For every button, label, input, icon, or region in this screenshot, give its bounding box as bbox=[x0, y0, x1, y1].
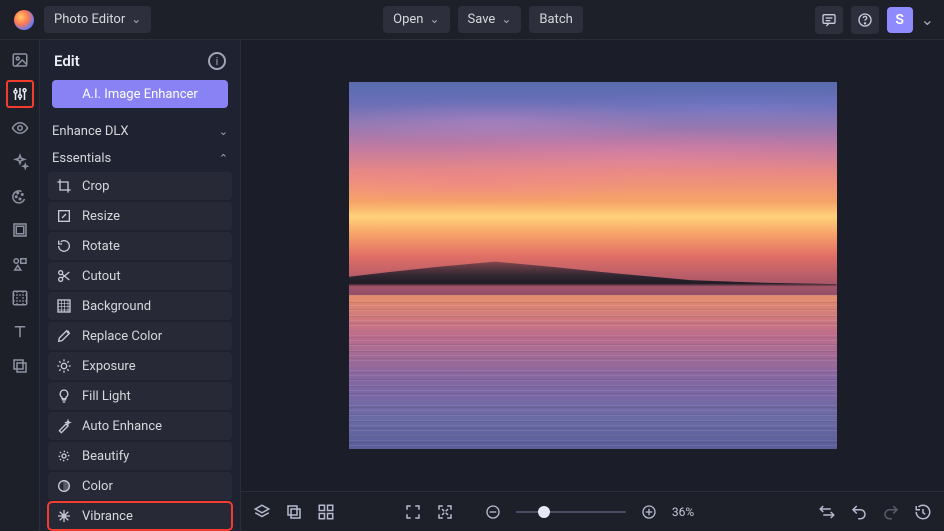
top-center-actions: Open Save Batch bbox=[383, 6, 583, 33]
chevron-down-icon: ⌄ bbox=[219, 125, 228, 138]
tool-label: Fill Light bbox=[82, 389, 131, 404]
panel-info-icon[interactable]: i bbox=[208, 52, 226, 70]
chevron-up-icon: ⌃ bbox=[219, 152, 228, 165]
tool-vibrance[interactable]: Vibrance bbox=[48, 502, 232, 530]
rail-brush-icon[interactable] bbox=[6, 182, 34, 210]
cutout-icon bbox=[56, 268, 72, 284]
background-icon bbox=[56, 298, 72, 314]
exposure-icon bbox=[56, 358, 72, 374]
comments-button[interactable] bbox=[815, 6, 843, 34]
open-button[interactable]: Open bbox=[383, 6, 449, 33]
replace-color-icon bbox=[56, 328, 72, 344]
fill-light-icon bbox=[56, 388, 72, 404]
panel-title: Edit bbox=[54, 52, 80, 70]
vibrance-icon bbox=[56, 508, 72, 524]
essentials-tool-list: Crop Resize Rotate Cutout Background Rep… bbox=[40, 172, 240, 531]
account-chevron-down-icon[interactable]: ⌄ bbox=[921, 10, 934, 29]
chevron-down-icon bbox=[501, 12, 511, 27]
batch-button[interactable]: Batch bbox=[529, 6, 582, 33]
zoom-level: 36% bbox=[672, 505, 694, 519]
rail-sparkle-icon[interactable] bbox=[6, 148, 34, 176]
tool-beautify[interactable]: Beautify bbox=[48, 442, 232, 470]
tool-background[interactable]: Background bbox=[48, 292, 232, 320]
rail-layers-icon[interactable] bbox=[6, 352, 34, 380]
rail-text-icon[interactable] bbox=[6, 318, 34, 346]
zoom-out-button[interactable] bbox=[484, 503, 502, 521]
canvas-area: 36% bbox=[241, 40, 944, 531]
chevron-down-icon bbox=[131, 12, 141, 27]
photo-editor-dropdown[interactable]: Photo Editor bbox=[44, 6, 151, 33]
tool-label: Auto Enhance bbox=[82, 419, 162, 434]
undo-button[interactable] bbox=[850, 503, 868, 521]
redo-button[interactable] bbox=[882, 503, 900, 521]
section-enhance-dlx[interactable]: Enhance DLX ⌄ bbox=[40, 118, 240, 145]
topbar: Photo Editor Open Save Batch S ⌄ bbox=[0, 0, 944, 40]
tool-crop[interactable]: Crop bbox=[48, 172, 232, 200]
tool-fill-light[interactable]: Fill Light bbox=[48, 382, 232, 410]
rail-overlay-icon[interactable] bbox=[6, 284, 34, 312]
tool-label: Crop bbox=[82, 179, 109, 194]
tool-rotate[interactable]: Rotate bbox=[48, 232, 232, 260]
compare-button[interactable] bbox=[818, 503, 836, 521]
tool-cutout[interactable]: Cutout bbox=[48, 262, 232, 290]
rail-image-icon[interactable] bbox=[6, 46, 34, 74]
bottombar: 36% bbox=[241, 491, 944, 531]
tool-label: Replace Color bbox=[82, 329, 162, 344]
resize-icon bbox=[56, 208, 72, 224]
save-button[interactable]: Save bbox=[458, 6, 522, 33]
ai-image-enhancer-button[interactable]: A.I. Image Enhancer bbox=[52, 80, 228, 108]
history-button[interactable] bbox=[914, 503, 932, 521]
tool-label: Color bbox=[82, 479, 113, 494]
auto-enhance-icon bbox=[56, 418, 72, 434]
chevron-down-icon bbox=[429, 12, 439, 27]
help-button[interactable] bbox=[851, 6, 879, 34]
rotate-icon bbox=[56, 238, 72, 254]
rail-frame-icon[interactable] bbox=[6, 216, 34, 244]
crop-icon bbox=[56, 178, 72, 194]
tool-label: Resize bbox=[82, 209, 120, 224]
app-logo bbox=[14, 10, 34, 30]
tool-label: Rotate bbox=[82, 239, 120, 254]
section-label: Enhance DLX bbox=[52, 124, 129, 139]
tool-label: Beautify bbox=[82, 449, 129, 464]
user-avatar[interactable]: S bbox=[887, 7, 913, 33]
rail-shapes-icon[interactable] bbox=[6, 250, 34, 278]
fit-screen-button[interactable] bbox=[436, 503, 454, 521]
edit-panel: Edit i A.I. Image Enhancer Enhance DLX ⌄… bbox=[40, 40, 241, 531]
rail-edit-sliders-icon[interactable] bbox=[6, 80, 34, 108]
rail-eye-icon[interactable] bbox=[6, 114, 34, 142]
zoom-slider[interactable] bbox=[516, 505, 626, 519]
tool-replace-color[interactable]: Replace Color bbox=[48, 322, 232, 350]
tool-label: Vibrance bbox=[82, 509, 133, 524]
tool-label: Cutout bbox=[82, 269, 121, 284]
left-rail bbox=[0, 40, 40, 531]
photo-editor-label: Photo Editor bbox=[54, 12, 125, 27]
batch-label: Batch bbox=[539, 12, 572, 27]
tool-resize[interactable]: Resize bbox=[48, 202, 232, 230]
fullscreen-button[interactable] bbox=[404, 503, 422, 521]
open-label: Open bbox=[393, 12, 423, 27]
tool-label: Background bbox=[82, 299, 151, 314]
help-icon bbox=[857, 12, 873, 28]
section-essentials[interactable]: Essentials ⌃ bbox=[40, 145, 240, 172]
save-label: Save bbox=[468, 12, 496, 27]
zoom-in-button[interactable] bbox=[640, 503, 658, 521]
tool-color[interactable]: Color bbox=[48, 472, 232, 500]
beautify-icon bbox=[56, 448, 72, 464]
tool-exposure[interactable]: Exposure bbox=[48, 352, 232, 380]
color-icon bbox=[56, 478, 72, 494]
section-label: Essentials bbox=[52, 151, 111, 166]
top-right-actions: S ⌄ bbox=[815, 6, 934, 34]
duplicate-button[interactable] bbox=[285, 503, 303, 521]
tool-auto-enhance[interactable]: Auto Enhance bbox=[48, 412, 232, 440]
grid-button[interactable] bbox=[317, 503, 335, 521]
tool-label: Exposure bbox=[82, 359, 136, 374]
avatar-letter: S bbox=[895, 12, 904, 28]
canvas-image[interactable] bbox=[349, 82, 837, 449]
chat-icon bbox=[821, 12, 837, 28]
layers-button[interactable] bbox=[253, 503, 271, 521]
